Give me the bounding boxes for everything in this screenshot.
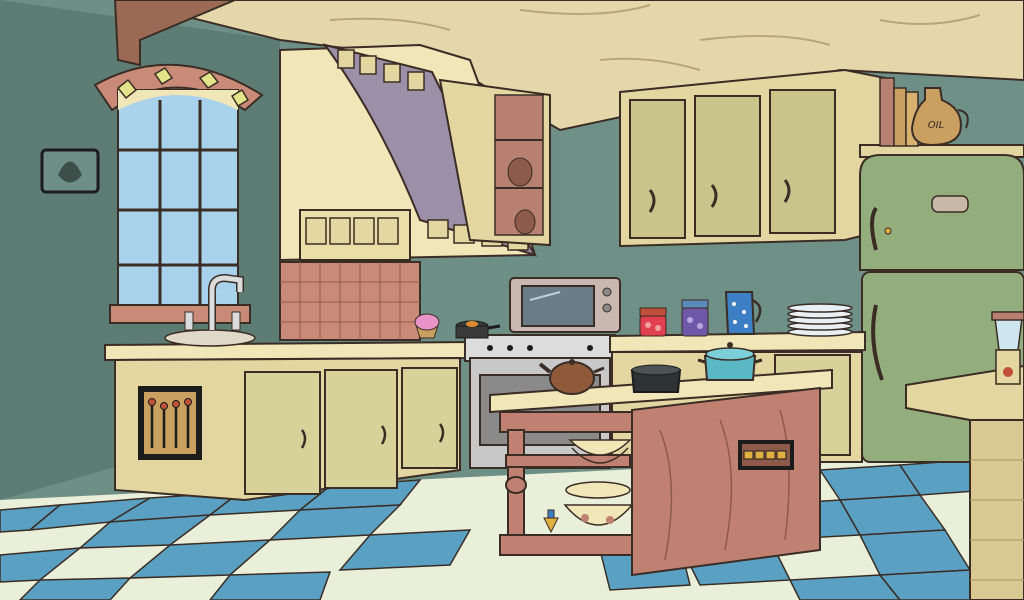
plate-stack-icon[interactable] xyxy=(787,303,853,337)
cupcake-icon[interactable] xyxy=(414,313,440,339)
black-pot-icon[interactable] xyxy=(630,364,682,393)
upper-cabinets[interactable] xyxy=(619,68,886,248)
four-button-panel-icon[interactable] xyxy=(738,440,794,470)
kitchen-scene: OIL xyxy=(0,0,1024,600)
backsplash xyxy=(279,261,421,341)
toaster-oven-icon[interactable] xyxy=(509,277,621,333)
oil-jug-label: OIL xyxy=(928,120,944,131)
grape-jam-jar-icon[interactable] xyxy=(681,299,709,337)
leaf-plaque-icon[interactable] xyxy=(40,148,100,194)
lever-panel-icon[interactable] xyxy=(138,386,202,460)
strawberry-jam-jar-icon[interactable] xyxy=(639,307,667,337)
